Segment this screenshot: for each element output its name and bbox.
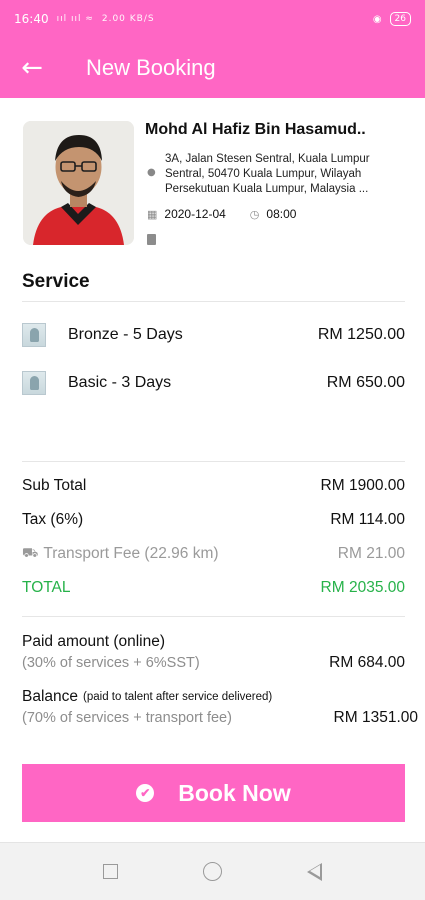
service-item: Basic - 3 Days RM 650.00 (22, 369, 405, 397)
service-price: RM 650.00 (326, 374, 405, 391)
book-now-label: Book Now (178, 779, 291, 806)
divider (22, 301, 405, 302)
service-item: Bronze - 5 Days RM 1250.00 (22, 321, 405, 349)
tax-row: Tax (6%) RM 114.00 (22, 511, 405, 529)
status-bar: 16:40 ııl ııl ≈ 2.00 KB/S ◉ 26 (0, 0, 425, 38)
network-speed: 2.00 KB/S (101, 14, 155, 24)
balance-row: (70% of services + transport fee) RM 135… (22, 709, 418, 727)
balance-label-row: Balance (paid to talent after service de… (22, 688, 405, 706)
back-triangle-icon[interactable] (307, 862, 323, 881)
system-nav-bar (0, 842, 425, 900)
truck-icon: ⛟ (22, 545, 39, 560)
booking-time: 08:00 (266, 207, 297, 221)
talent-address: 3A, Jalan Stesen Sentral, Kuala Lumpur S… (165, 152, 423, 197)
back-arrow-icon[interactable]: ← (0, 38, 64, 98)
check-circle-icon: ✔ (136, 784, 155, 802)
transport-row: ⛟ Transport Fee (22.96 km) RM 21.00 (22, 545, 405, 563)
service-price: RM 1250.00 (317, 326, 405, 343)
address-line: 3A, Jalan Stesen Sentral, Kuala Lumpur (165, 153, 370, 165)
book-now-button[interactable]: ✔ Book Now (22, 764, 405, 822)
balance-sub: (70% of services + transport fee) (22, 710, 232, 726)
talent-name: Mohd Al Hafiz Bin Hasamud.. (145, 121, 366, 138)
home-icon[interactable] (202, 862, 222, 881)
paid-amount-label-row: Paid amount (online) (22, 633, 405, 651)
booking-datetime: ▦ 2020-12-04 ◷ 08:00 (147, 207, 296, 221)
paid-amount-note: (30% of services + 6%SST) (22, 655, 200, 671)
service-section-title: Service (22, 271, 90, 292)
transport-label: Transport Fee (22.96 km) (43, 545, 219, 562)
sub-total-label: Sub Total (22, 477, 87, 494)
page-title: New Booking (86, 55, 216, 80)
service-name: Basic - 3 Days (68, 374, 172, 391)
balance-note: (paid to talent after service delivered) (83, 691, 273, 703)
talent-photo (23, 121, 134, 245)
service-name: Bronze - 5 Days (68, 326, 183, 343)
status-time: 16:40 (14, 12, 49, 26)
total-label: TOTAL (22, 579, 71, 596)
calendar-icon: ▦ (147, 208, 158, 221)
transport-value: RM 21.00 (337, 545, 405, 562)
total-row: TOTAL RM 2035.00 (22, 579, 405, 597)
battery-indicator: 26 (389, 12, 411, 26)
notification-icon: ◉ (372, 13, 382, 25)
address-line: Sentral, 50470 Kuala Lumpur, Wilayah (165, 168, 362, 180)
sub-total-row: Sub Total RM 1900.00 (22, 477, 405, 495)
location-pin-icon: ● (147, 167, 156, 178)
signal-icons: ııl ııl ≈ (56, 14, 94, 24)
tax-value: RM 114.00 (330, 511, 405, 528)
divider (22, 616, 405, 617)
app-bar: ← New Booking (0, 38, 425, 98)
divider (22, 461, 405, 462)
address-line: Persekutuan Kuala Lumpur, Malaysia ... (165, 183, 369, 195)
total-value: RM 2035.00 (320, 579, 405, 596)
service-thumbnail (22, 371, 46, 395)
paid-amount-value: RM 684.00 (329, 654, 405, 671)
tax-label: Tax (6%) (22, 511, 84, 528)
balance-label: Balance (22, 688, 79, 705)
recent-apps-icon[interactable] (102, 864, 118, 879)
clock-icon: ◷ (249, 208, 260, 221)
balance-value: RM 1351.00 (333, 709, 418, 726)
paid-amount-row: (30% of services + 6%SST) RM 684.00 (22, 654, 405, 672)
note-icon (147, 234, 156, 245)
talent-card: Mohd Al Hafiz Bin Hasamud.. ● 3A, Jalan … (23, 121, 423, 246)
paid-amount-label: Paid amount (online) (22, 633, 166, 650)
service-thumbnail (22, 323, 46, 347)
booking-date: 2020-12-04 (164, 207, 226, 221)
sub-total-value: RM 1900.00 (320, 477, 405, 494)
